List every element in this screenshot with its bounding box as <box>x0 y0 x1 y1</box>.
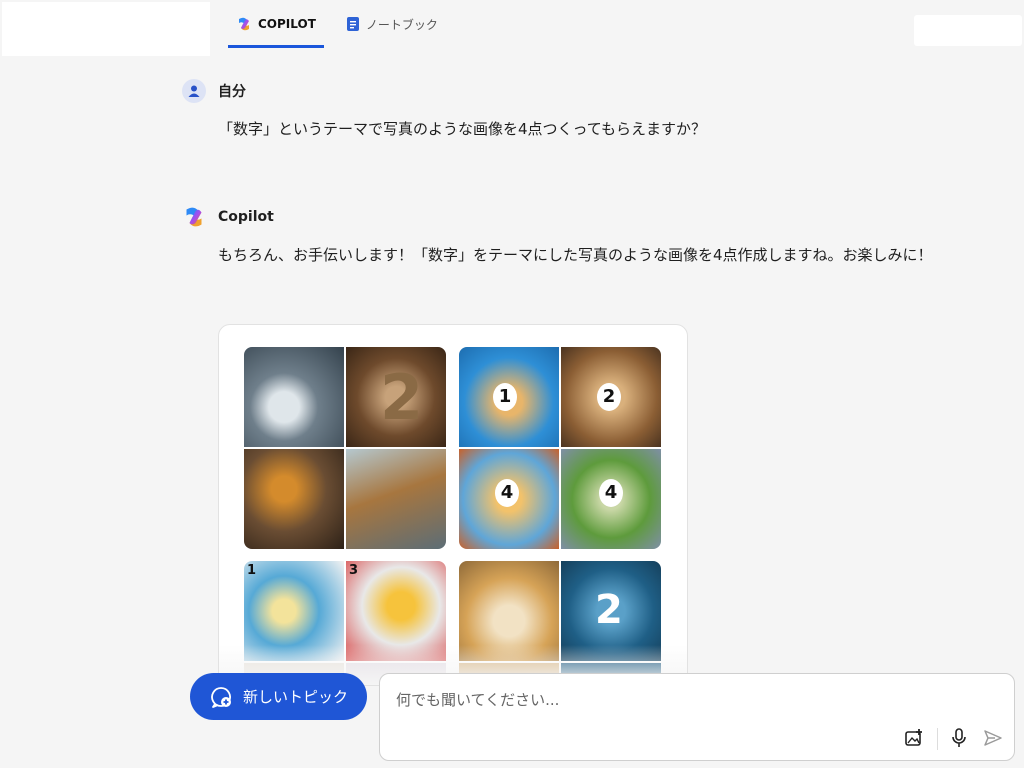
tab-notebook-label: ノートブック <box>365 17 438 32</box>
copilot-avatar <box>182 205 206 229</box>
tile-digit: 2 <box>597 383 621 411</box>
add-image-button[interactable] <box>902 726 926 750</box>
chat-input[interactable] <box>394 686 898 714</box>
new-topic-label: 新しいトピック <box>242 688 348 706</box>
microphone-icon <box>952 728 966 747</box>
copilot-logo-icon <box>186 207 202 227</box>
tab-copilot[interactable]: COPILOT <box>228 0 324 48</box>
person-icon <box>188 85 200 97</box>
copilot-logo-icon <box>236 16 252 32</box>
new-topic-button[interactable]: 新しいトピック <box>190 673 367 720</box>
generated-images-card: 2 1 2 4 4 1 3 2 <box>218 324 688 686</box>
composer-divider <box>937 728 938 750</box>
copilot-page: COPILOT ノートブック 自分 「数字」というテーマで写真のような画像を4点… <box>0 0 1024 768</box>
add-image-icon <box>905 729 922 746</box>
tab-bar: COPILOT ノートブック <box>228 0 446 50</box>
microphone-button[interactable] <box>947 726 971 750</box>
send-icon <box>984 730 1002 746</box>
tile-digit: 1 <box>247 563 257 578</box>
user-avatar <box>182 79 206 103</box>
copilot-message-text: もちろん、お手伝いします！「数字」をテーマにした写真のような画像を4点作成します… <box>218 246 933 264</box>
chat-composer <box>379 673 1015 761</box>
tile-digit: 2 <box>380 361 424 434</box>
tab-copilot-label: COPILOT <box>258 17 316 31</box>
top-right-panel <box>914 15 1022 46</box>
tab-notebook[interactable]: ノートブック <box>338 0 446 48</box>
copilot-name: Copilot <box>218 209 274 225</box>
user-name: 自分 <box>218 84 246 100</box>
notebook-icon <box>346 16 360 32</box>
user-message-header: 自分 <box>182 79 246 103</box>
tile-digit: 2 <box>595 587 623 633</box>
tile-digit: 4 <box>599 479 623 507</box>
tile-digit: 1 <box>493 383 517 411</box>
user-message-text: 「数字」というテーマで写真のような画像を4点つくってもらえますか？ <box>218 120 707 138</box>
send-button[interactable] <box>981 726 1005 750</box>
top-left-panel <box>2 2 210 56</box>
generated-image-1[interactable]: 2 <box>244 347 446 549</box>
generated-image-2[interactable]: 1 2 4 4 <box>459 347 661 549</box>
tile-digit: 3 <box>349 563 359 578</box>
new-chat-icon <box>209 685 233 709</box>
copilot-message-header: Copilot <box>182 205 274 229</box>
tile-digit: 4 <box>495 479 519 507</box>
